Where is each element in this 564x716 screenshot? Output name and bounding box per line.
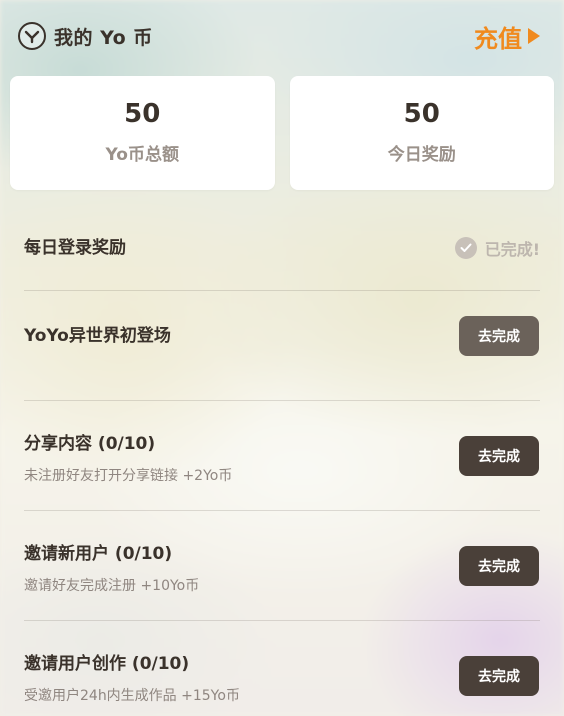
task-title: YoYo异世界初登场 bbox=[24, 326, 171, 346]
total-coins-card: 50 Yo币总额 bbox=[10, 76, 275, 190]
today-reward-card: 50 今日奖励 bbox=[289, 76, 554, 190]
yo-coin-icon bbox=[18, 22, 46, 50]
task-description: 邀请好友完成注册 +10Yo币 bbox=[24, 578, 200, 594]
task-daily-login: 每日登录奖励 已完成! bbox=[24, 200, 540, 291]
task-title: 邀请新用户 (0/10) bbox=[24, 544, 173, 564]
task-invite-user: 邀请新用户 (0/10) 邀请好友完成注册 +10Yo币 去完成 bbox=[24, 511, 540, 621]
task-title: 每日登录奖励 bbox=[24, 238, 126, 258]
recharge-button[interactable]: 充值 bbox=[474, 19, 540, 54]
task-title: 分享内容 (0/10) bbox=[24, 434, 156, 454]
total-coins-label: Yo币总额 bbox=[105, 145, 179, 165]
page: 我的 Yo 币 充值 50 Yo币总额 50 今日奖励 每日登录奖励 已完成! … bbox=[0, 0, 564, 716]
completed-label: 已完成! bbox=[484, 240, 540, 259]
today-reward-label: 今日奖励 bbox=[387, 145, 456, 165]
total-coins-value: 50 bbox=[124, 99, 161, 129]
check-icon bbox=[454, 237, 477, 259]
task-description: 受邀用户24h内生成作品 +15Yo币 bbox=[24, 688, 240, 704]
today-reward-value: 50 bbox=[403, 99, 440, 129]
header: 我的 Yo 币 充值 bbox=[18, 22, 540, 53]
task-completed-status: 已完成! bbox=[454, 236, 540, 260]
task-list: 每日登录奖励 已完成! YoYo异世界初登场 去完成 分享内容 (0/10) 未… bbox=[24, 200, 540, 716]
play-arrow-icon bbox=[528, 28, 540, 44]
task-invite-creation: 邀请用户创作 (0/10) 受邀用户24h内生成作品 +15Yo币 去完成 bbox=[24, 621, 540, 716]
page-title: 我的 Yo 币 bbox=[54, 26, 153, 49]
task-description: 未注册好友打开分享链接 +2Yo币 bbox=[24, 468, 233, 484]
header-title-group: 我的 Yo 币 bbox=[18, 22, 153, 50]
go-complete-button[interactable]: 去完成 bbox=[459, 316, 539, 356]
summary-cards: 50 Yo币总额 50 今日奖励 bbox=[10, 76, 554, 190]
task-yoyo-debut: YoYo异世界初登场 去完成 bbox=[24, 291, 540, 401]
recharge-label: 充值 bbox=[474, 24, 522, 53]
go-complete-button[interactable]: 去完成 bbox=[459, 656, 539, 696]
go-complete-button[interactable]: 去完成 bbox=[459, 436, 539, 476]
go-complete-button[interactable]: 去完成 bbox=[459, 546, 539, 586]
task-title: 邀请用户创作 (0/10) bbox=[24, 654, 190, 674]
task-share-content: 分享内容 (0/10) 未注册好友打开分享链接 +2Yo币 去完成 bbox=[24, 401, 540, 511]
